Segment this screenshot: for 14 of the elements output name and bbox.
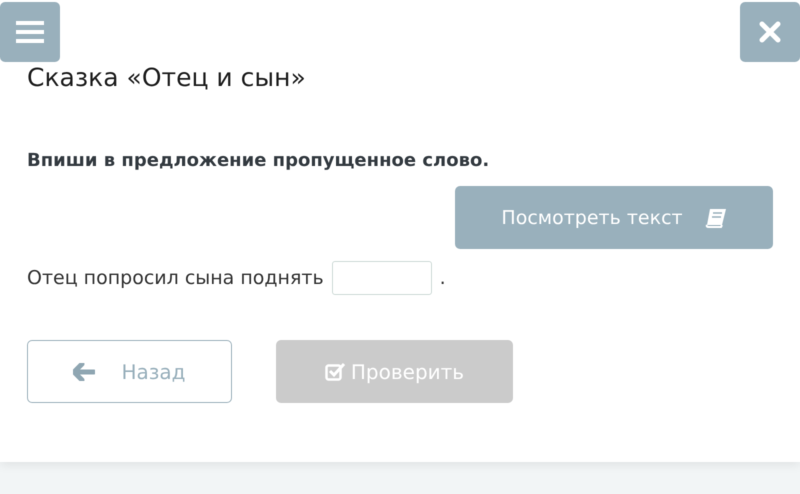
close-icon (759, 21, 781, 43)
sentence-period: . (440, 267, 446, 289)
menu-icon (16, 21, 44, 43)
menu-button[interactable] (0, 2, 60, 62)
sentence-text: Отец попросил сына поднять (27, 267, 324, 289)
back-button[interactable]: Назад (27, 340, 232, 403)
book-icon (704, 208, 727, 228)
arrow-left-icon (73, 362, 96, 380)
close-button[interactable] (740, 2, 800, 62)
view-text-button[interactable]: Посмотреть текст (455, 186, 773, 249)
instruction-text: Впиши в предложение пропущенное слово. (27, 149, 490, 173)
answer-field[interactable] (332, 261, 432, 295)
page-title: Сказка «Отец и сын» (27, 62, 307, 94)
checkbox-icon (324, 362, 345, 382)
